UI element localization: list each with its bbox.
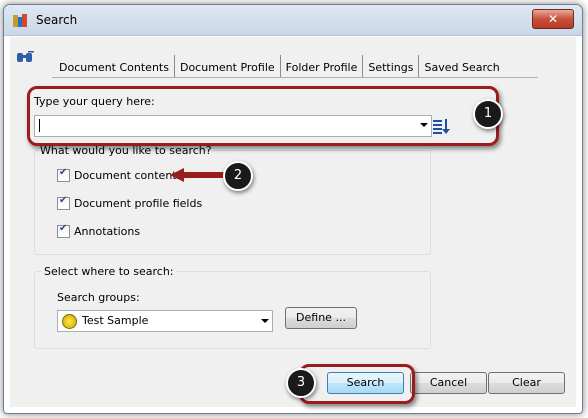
search-group-icon — [62, 314, 77, 329]
checkbox-annotations[interactable] — [57, 223, 70, 238]
tab-strip: Document Contents Document Profile Folde… — [54, 55, 505, 77]
search-where-title: Select where to search: — [42, 265, 176, 278]
tab-document-profile[interactable]: Document Profile — [175, 55, 281, 77]
tab-underline — [52, 77, 538, 78]
search-dialog: Search ✕ Document Contents Document Prof… — [3, 4, 583, 414]
cancel-button[interactable]: Cancel — [410, 372, 487, 394]
binoculars-icon — [17, 51, 34, 62]
clear-button[interactable]: Clear — [488, 372, 565, 394]
callout-badge-3: 3 — [286, 368, 316, 398]
option-label: Document contents — [74, 169, 183, 182]
option-annotations[interactable]: Annotations — [57, 223, 141, 238]
query-highlight — [27, 86, 499, 146]
app-icon — [13, 14, 27, 27]
search-groups-label: Search groups: — [57, 291, 140, 304]
callout-badge-2: 2 — [223, 161, 253, 191]
tab-settings[interactable]: Settings — [363, 55, 420, 77]
option-document-profile-fields[interactable]: Document profile fields — [57, 195, 203, 210]
search-button-highlight — [299, 364, 415, 404]
option-label: Annotations — [74, 225, 141, 238]
chevron-down-icon[interactable] — [261, 319, 269, 323]
checkbox-document-contents[interactable] — [57, 167, 70, 182]
tab-folder-profile[interactable]: Folder Profile — [281, 55, 364, 77]
arrow-icon — [170, 168, 226, 182]
selected-group: Test Sample — [82, 314, 149, 327]
search-groups-select[interactable]: Test Sample — [57, 310, 273, 332]
define-button[interactable]: Define ... — [285, 307, 357, 329]
close-button[interactable]: ✕ — [532, 9, 574, 29]
option-label: Document profile fields — [74, 197, 203, 210]
window-title: Search — [36, 13, 78, 27]
checkbox-document-profile-fields[interactable] — [57, 195, 70, 210]
callout-badge-1: 1 — [473, 99, 503, 129]
close-icon: ✕ — [547, 12, 559, 26]
option-document-contents[interactable]: Document contents — [57, 167, 183, 182]
tab-saved-search[interactable]: Saved Search — [419, 55, 504, 77]
title-bar: Search ✕ — [4, 5, 582, 36]
tab-document-contents[interactable]: Document Contents — [54, 55, 175, 77]
